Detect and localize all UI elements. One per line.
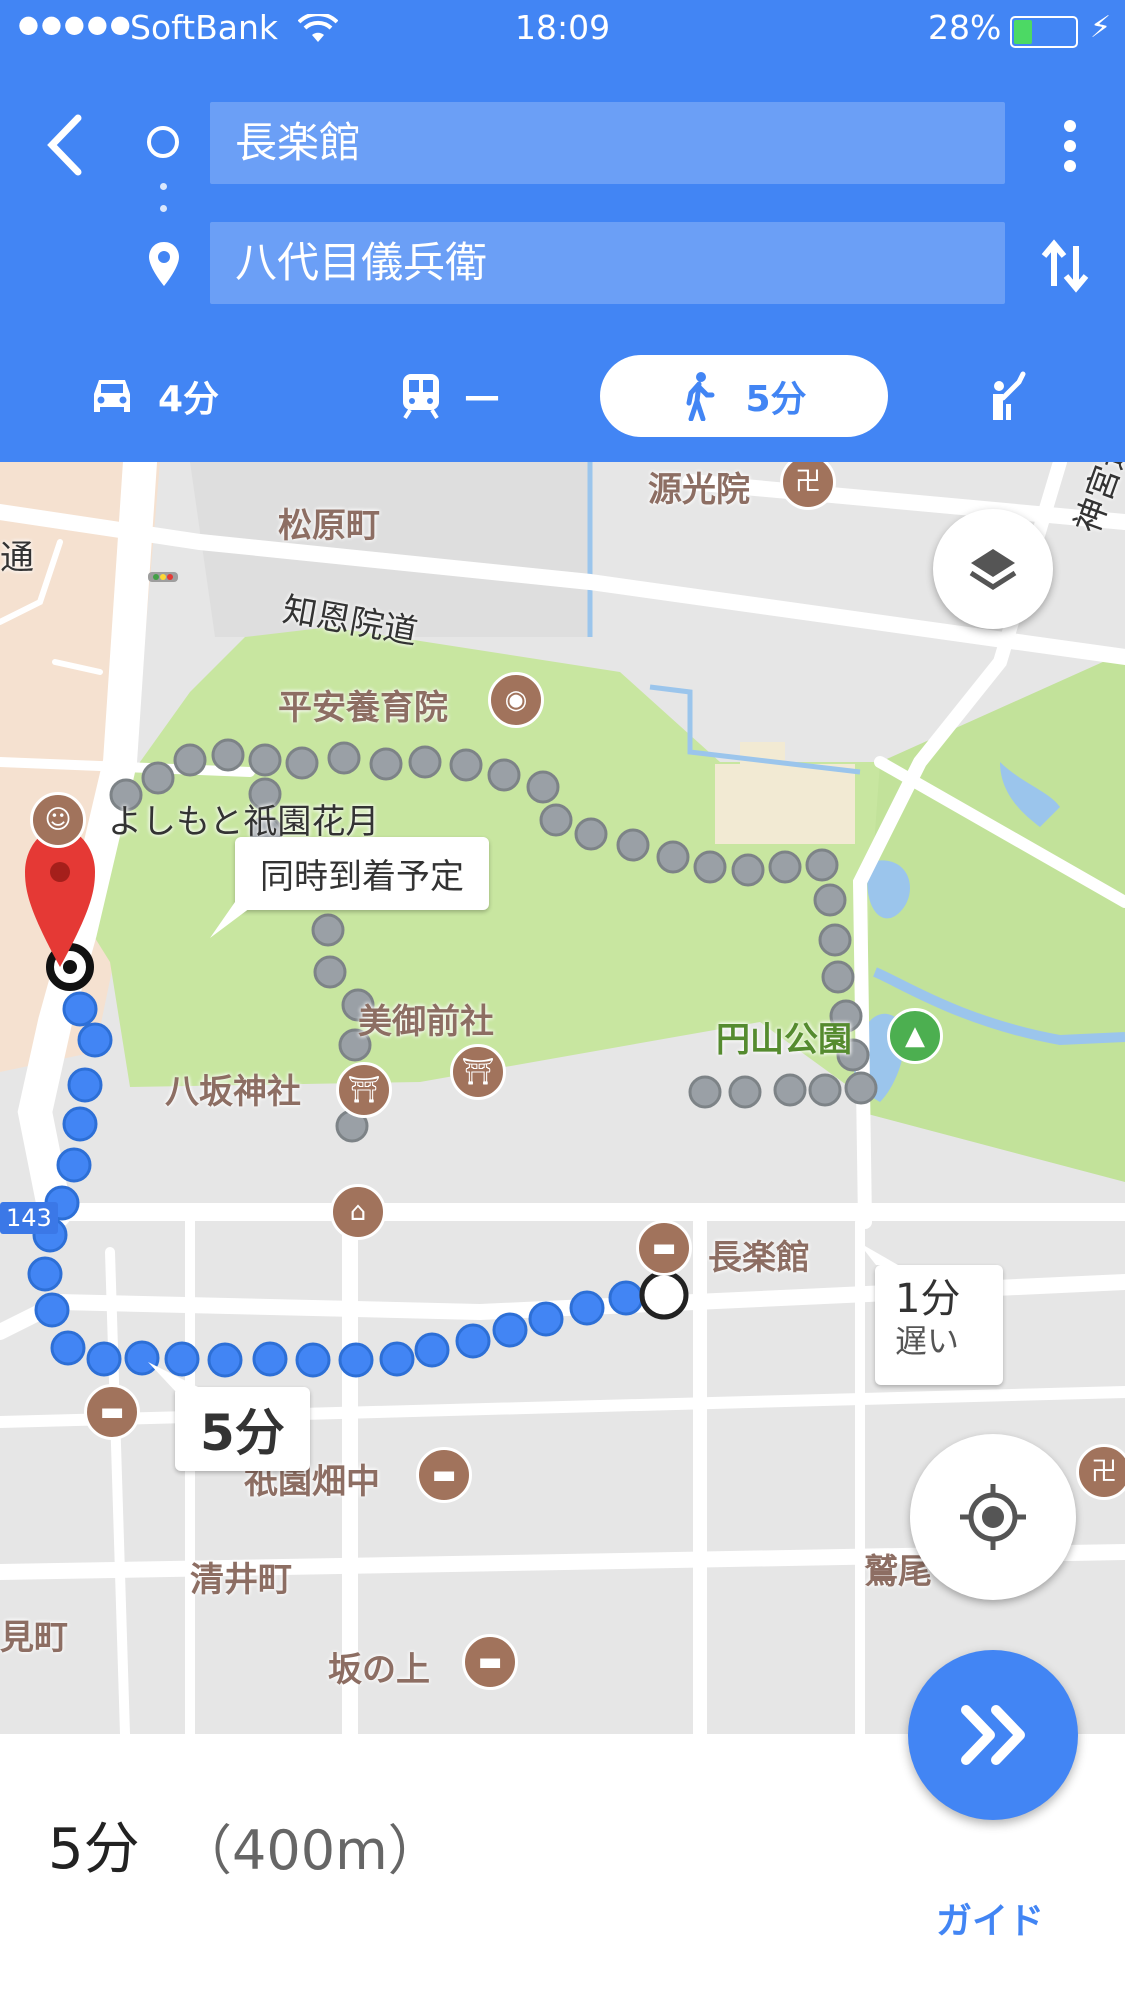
map-label-sakanoue: 坂の上	[328, 1650, 430, 1690]
origin-circle-icon	[147, 126, 179, 158]
car-duration: 4分	[158, 379, 220, 420]
alt-route-delay: 1分	[895, 1276, 961, 1322]
clock: 18:09	[515, 8, 611, 47]
battery-icon	[1010, 16, 1078, 48]
map-view[interactable]: 源光院 卍 松原町 通 知恩院道 神宮道 平安養育院 ◉ ☺ よしもと祇園花月 …	[0, 462, 1125, 1734]
alt-route-slower: 遅い	[895, 1322, 960, 1360]
route-distance: （400m）	[178, 1819, 442, 1882]
mode-transit[interactable]: —	[400, 355, 500, 437]
park-tree-icon[interactable]: ▲	[887, 1008, 943, 1064]
charging-icon: ⚡	[1090, 10, 1112, 45]
back-icon[interactable]	[40, 110, 90, 180]
hotel-icon[interactable]: ▬	[636, 1220, 692, 1276]
battery-percent: 28%	[928, 8, 1002, 47]
callout-pointer	[148, 1362, 208, 1392]
directions-header: ●●●●● SoftBank 18:09 28% ⚡ 長楽館 八代目儀兵衛 4分…	[0, 0, 1125, 462]
walk-duration: 5分	[745, 379, 807, 420]
map-label-chorakukan: 長楽館	[708, 1238, 810, 1278]
destination-input[interactable]: 八代目儀兵衛	[210, 222, 1005, 304]
car-icon	[94, 380, 130, 412]
walk-icon	[686, 372, 715, 421]
route-duration: 5分	[48, 1817, 140, 1882]
layers-icon	[969, 549, 1017, 590]
map-label-yasaka: 八坂神社	[165, 1072, 301, 1112]
mode-ride[interactable]	[985, 355, 1031, 437]
transit-duration: —	[464, 375, 500, 417]
map-label-dori: 通	[0, 538, 34, 578]
ride-hail-icon	[993, 371, 1026, 420]
map-label-matsubara: 松原町	[278, 506, 380, 546]
route-dot	[160, 205, 167, 212]
map-label-kiyoi: 清井町	[190, 1560, 292, 1600]
guide-label[interactable]: ガイド	[936, 1892, 1044, 1944]
callout-pointer	[210, 902, 258, 938]
carrier: SoftBank	[130, 8, 279, 47]
callout-route-time: 5分	[175, 1387, 310, 1471]
map-label-genkouin: 源光院	[648, 470, 750, 510]
swap-icon[interactable]	[1040, 238, 1090, 294]
hotel-icon[interactable]: ▬	[462, 1634, 518, 1690]
map-label-heian-yoikuin: 平安養育院	[278, 688, 448, 728]
callout-pointer	[858, 1242, 898, 1265]
callout-alt-route: 1分 遅い	[875, 1265, 1003, 1385]
crosshair-icon	[960, 1484, 1026, 1550]
wifi-icon	[298, 14, 338, 42]
train-icon	[403, 374, 439, 420]
route-dot	[160, 183, 167, 190]
more-menu-icon[interactable]	[1050, 118, 1090, 178]
shrine-icon[interactable]: ⛩	[450, 1044, 506, 1100]
start-navigation-button[interactable]	[908, 1650, 1078, 1820]
route-shield: 143	[0, 1202, 58, 1234]
theater-icon[interactable]: ☺	[30, 792, 86, 848]
shrine-icon[interactable]: ⛩	[336, 1062, 392, 1118]
temple-icon[interactable]: 卍	[1076, 1444, 1125, 1500]
map-label-yoshimoto: よしもと祇園花月	[108, 802, 380, 842]
hotel-icon[interactable]: ▬	[84, 1384, 140, 1440]
map-label-migosha: 美御前社	[358, 1002, 494, 1042]
signal-icon: ●●●●●	[18, 10, 133, 38]
layers-button[interactable]	[933, 509, 1053, 629]
destination-pin-icon	[149, 242, 179, 286]
double-chevron-icon	[961, 1705, 1025, 1765]
origin-input[interactable]: 長楽館	[210, 102, 1005, 184]
my-location-button[interactable]	[910, 1434, 1076, 1600]
place-dot-icon[interactable]: ◉	[488, 672, 544, 728]
mode-car[interactable]: 4分	[88, 355, 219, 437]
callout-arrive-same: 同時到着予定	[235, 837, 489, 910]
status-bar: ●●●●● SoftBank 18:09 28% ⚡	[0, 0, 1125, 62]
church-icon[interactable]: ⌂	[330, 1184, 386, 1240]
mode-walk[interactable]: 5分	[600, 355, 888, 437]
map-label-maruyama: 円山公園	[716, 1020, 852, 1060]
map-label-mimachi: 見町	[0, 1618, 68, 1658]
hotel-icon[interactable]: ▬	[416, 1447, 472, 1503]
